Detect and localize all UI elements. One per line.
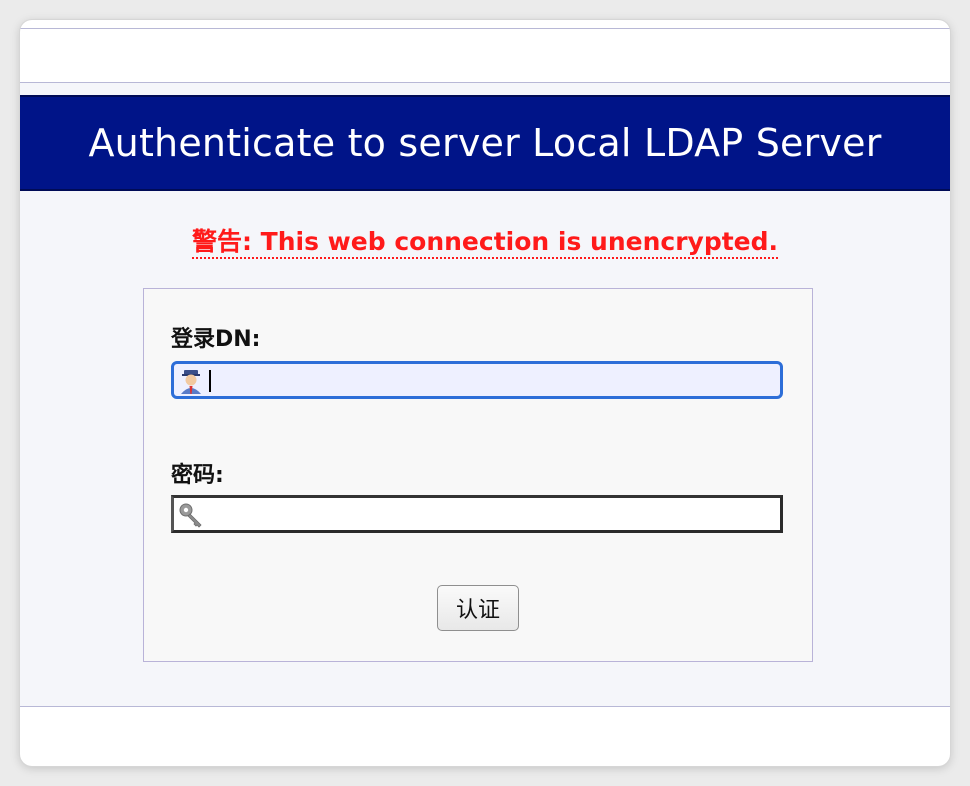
user-icon — [181, 370, 201, 394]
browser-content-window: Authenticate to server Local LDAP Server… — [20, 20, 950, 766]
login-dn-label: 登录DN: — [171, 327, 261, 352]
footer-divider — [20, 706, 950, 707]
title-banner: Authenticate to server Local LDAP Server — [20, 95, 950, 191]
text-caret — [209, 370, 211, 392]
login-form: 登录DN: 密码: 认证 — [143, 288, 813, 662]
warning-message: 警告: This web connection is unencrypted. — [20, 222, 950, 259]
page-title: Authenticate to server Local LDAP Server — [88, 121, 882, 165]
top-divider — [20, 28, 950, 29]
password-input[interactable] — [171, 495, 783, 533]
unencrypted-warning-text: 警告: This web connection is unencrypted. — [191, 227, 779, 259]
login-dn-input[interactable] — [171, 361, 783, 399]
password-label: 密码: — [171, 463, 224, 488]
key-icon — [179, 503, 202, 528]
authenticate-button[interactable]: 认证 — [437, 585, 519, 631]
